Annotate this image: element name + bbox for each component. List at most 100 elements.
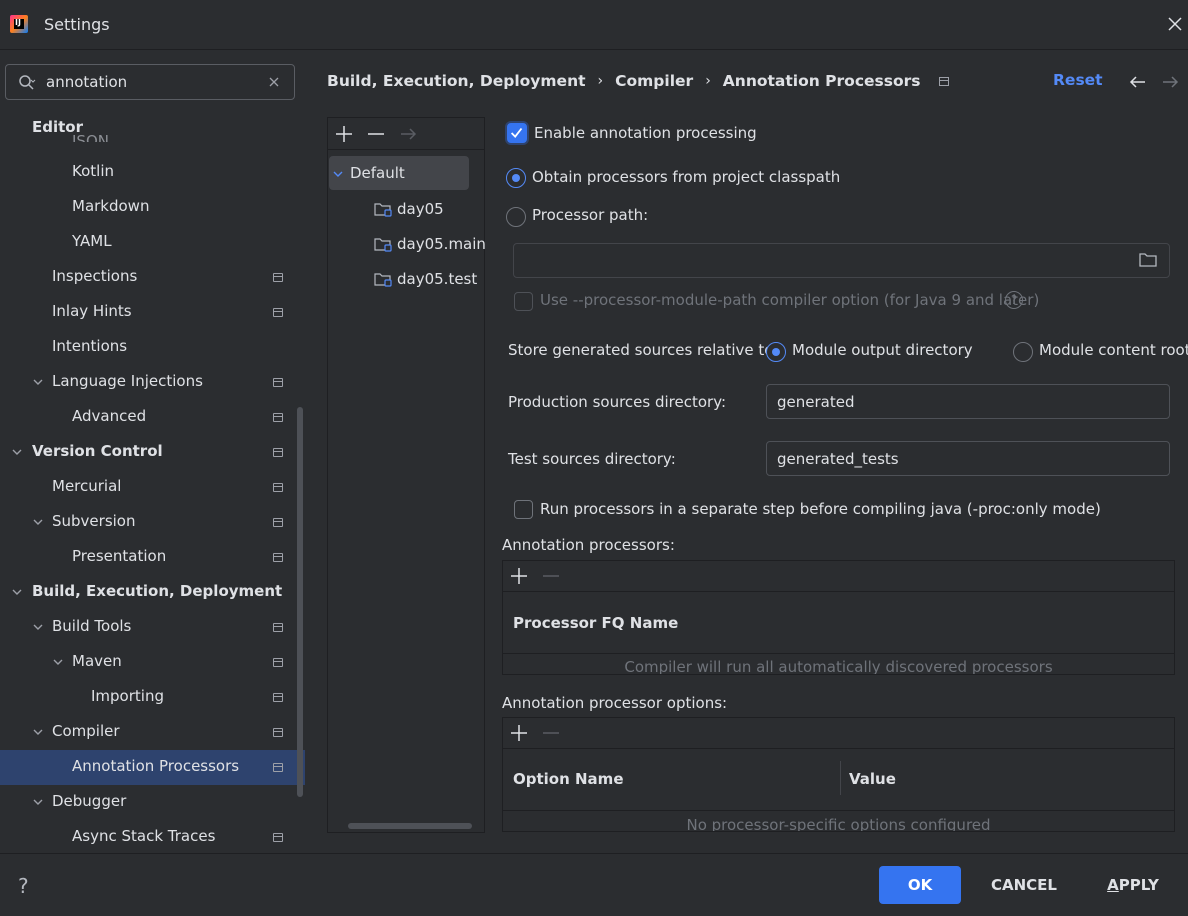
enable-annotation-processing-checkbox[interactable]: [507, 123, 527, 143]
separate-step-checkbox[interactable]: [514, 500, 533, 519]
module-folder-icon: [374, 238, 392, 252]
column-header-option-name[interactable]: Option Name: [513, 770, 624, 788]
obtain-from-classpath-radio[interactable]: [506, 168, 526, 188]
profiles-panel: Default day05 day05.main day05.test: [327, 117, 486, 833]
tree-scrollbar[interactable]: [297, 407, 303, 797]
tree-item-label: YAML: [72, 232, 112, 250]
enable-annotation-processing-label: Enable annotation processing: [534, 124, 757, 142]
tree-item-label: Maven: [72, 652, 122, 670]
processor-path-radio[interactable]: [506, 207, 526, 227]
chevron-down-icon[interactable]: [11, 446, 23, 458]
apply-label: PPLY: [1118, 876, 1159, 894]
close-icon[interactable]: [1164, 13, 1186, 35]
processor-path-label: Processor path:: [532, 206, 649, 224]
tree-item-annotation-processors[interactable]: Annotation Processors: [0, 750, 305, 785]
tree-item-async-stack-traces[interactable]: Async Stack Traces: [0, 820, 296, 852]
checkmark-icon: [510, 127, 523, 138]
chevron-down-icon[interactable]: [32, 376, 44, 388]
project-level-icon: [273, 658, 283, 667]
module-content-root-radio[interactable]: [1013, 342, 1033, 362]
profile-item-day05-main[interactable]: day05.main: [328, 227, 486, 261]
chevron-down-icon[interactable]: [32, 726, 44, 738]
chevron-down-icon[interactable]: [32, 516, 44, 528]
test-sources-label: Test sources directory:: [508, 450, 676, 468]
tree-item-debugger[interactable]: Debugger: [0, 785, 296, 820]
tree-item-label: Async Stack Traces: [72, 827, 216, 845]
profiles-toolbar: [328, 118, 484, 150]
profile-label: Default: [350, 164, 405, 182]
chevron-down-icon[interactable]: [11, 586, 23, 598]
arrow-left-icon[interactable]: [1129, 73, 1147, 91]
tree-item-kotlin[interactable]: Kotlin: [0, 155, 296, 190]
test-sources-field[interactable]: [766, 441, 1170, 476]
tree-item-label: Build Tools: [52, 617, 132, 635]
profile-label: day05.test: [397, 270, 478, 288]
tree-item-maven[interactable]: Maven: [0, 645, 296, 680]
profile-item-day05[interactable]: day05: [328, 192, 484, 226]
help-button[interactable]: ?: [18, 874, 29, 898]
apply-button[interactable]: APPLY: [1090, 866, 1176, 904]
project-level-icon: [273, 378, 283, 387]
tree-item-markdown[interactable]: Markdown: [0, 190, 296, 225]
ok-button[interactable]: OK: [879, 866, 961, 904]
tree-item-label: Language Injections: [52, 372, 203, 390]
module-folder-icon: [374, 273, 392, 287]
tree-item-label: Build, Execution, Deployment: [32, 582, 283, 600]
tree-item-mercurial[interactable]: Mercurial: [0, 470, 296, 505]
dialog-footer: ? OK CANCEL APPLY: [0, 853, 1188, 916]
processor-module-path-checkbox[interactable]: [514, 292, 533, 311]
tree-item-version-control[interactable]: Version Control: [0, 435, 296, 470]
tree-item-subversion[interactable]: Subversion: [0, 505, 296, 540]
profile-label: day05.main: [397, 235, 486, 253]
module-content-root-label: Module content root: [1039, 341, 1188, 359]
tree-item-editor[interactable]: Editor: [0, 112, 296, 147]
chevron-down-icon[interactable]: [332, 168, 344, 180]
remove-icon: [543, 575, 559, 577]
tree-item-build-tools[interactable]: Build Tools: [0, 610, 296, 645]
settings-search-box[interactable]: [5, 64, 295, 100]
breadcrumb-item[interactable]: Compiler: [615, 72, 693, 90]
tree-item-label: Inspections: [52, 267, 138, 285]
tree-item-yaml[interactable]: YAML: [0, 225, 296, 260]
tree-item-language-injections[interactable]: Language Injections: [0, 365, 296, 400]
tree-item-label: Debugger: [52, 792, 127, 810]
module-output-directory-radio[interactable]: [766, 342, 786, 362]
tree-item-inspections[interactable]: Inspections: [0, 260, 296, 295]
add-icon[interactable]: [509, 723, 529, 743]
column-separator[interactable]: [840, 761, 841, 795]
chevron-down-icon[interactable]: [32, 796, 44, 808]
tree-item-inlay-hints[interactable]: Inlay Hints: [0, 295, 296, 330]
folder-icon[interactable]: [1138, 251, 1158, 269]
column-header-value[interactable]: Value: [849, 770, 896, 788]
help-icon[interactable]: ?: [1005, 291, 1023, 309]
add-icon[interactable]: [334, 124, 354, 144]
profile-item-default[interactable]: Default: [329, 156, 469, 190]
tree-item-intentions[interactable]: Intentions: [0, 330, 296, 365]
column-header-processor-fq-name[interactable]: Processor FQ Name: [513, 614, 678, 632]
cancel-button[interactable]: CANCEL: [974, 866, 1074, 904]
tree-item-presentation[interactable]: Presentation: [0, 540, 296, 575]
processor-path-field[interactable]: [513, 243, 1170, 278]
chevron-down-icon[interactable]: [32, 621, 44, 633]
separate-step-label: Run processors in a separate step before…: [540, 500, 1101, 518]
breadcrumb-item[interactable]: Build, Execution, Deployment: [327, 72, 586, 90]
clear-search-icon[interactable]: [266, 74, 282, 90]
production-sources-field[interactable]: [766, 384, 1170, 419]
profile-item-day05-test[interactable]: day05.test: [328, 262, 484, 296]
profiles-horizontal-scrollbar[interactable]: [348, 823, 472, 829]
processors-empty-text: Compiler will run all automatically disc…: [624, 658, 1053, 675]
tree-item-importing[interactable]: Importing: [0, 680, 296, 715]
tree-item-advanced[interactable]: Advanced: [0, 400, 296, 435]
tree-item-label: Version Control: [32, 442, 163, 460]
add-icon[interactable]: [509, 566, 529, 586]
reset-link[interactable]: Reset: [1053, 71, 1103, 89]
remove-icon[interactable]: [366, 124, 386, 144]
breadcrumb-item: Annotation Processors: [722, 72, 921, 90]
chevron-down-icon[interactable]: [52, 656, 64, 668]
tree-item-label: Mercurial: [52, 477, 122, 495]
search-input[interactable]: [46, 71, 256, 93]
project-level-icon: [273, 763, 283, 772]
module-folder-icon: [374, 203, 392, 217]
tree-item-compiler[interactable]: Compiler: [0, 715, 296, 750]
tree-item-build-execution-deployment[interactable]: Build, Execution, Deployment: [0, 575, 296, 610]
